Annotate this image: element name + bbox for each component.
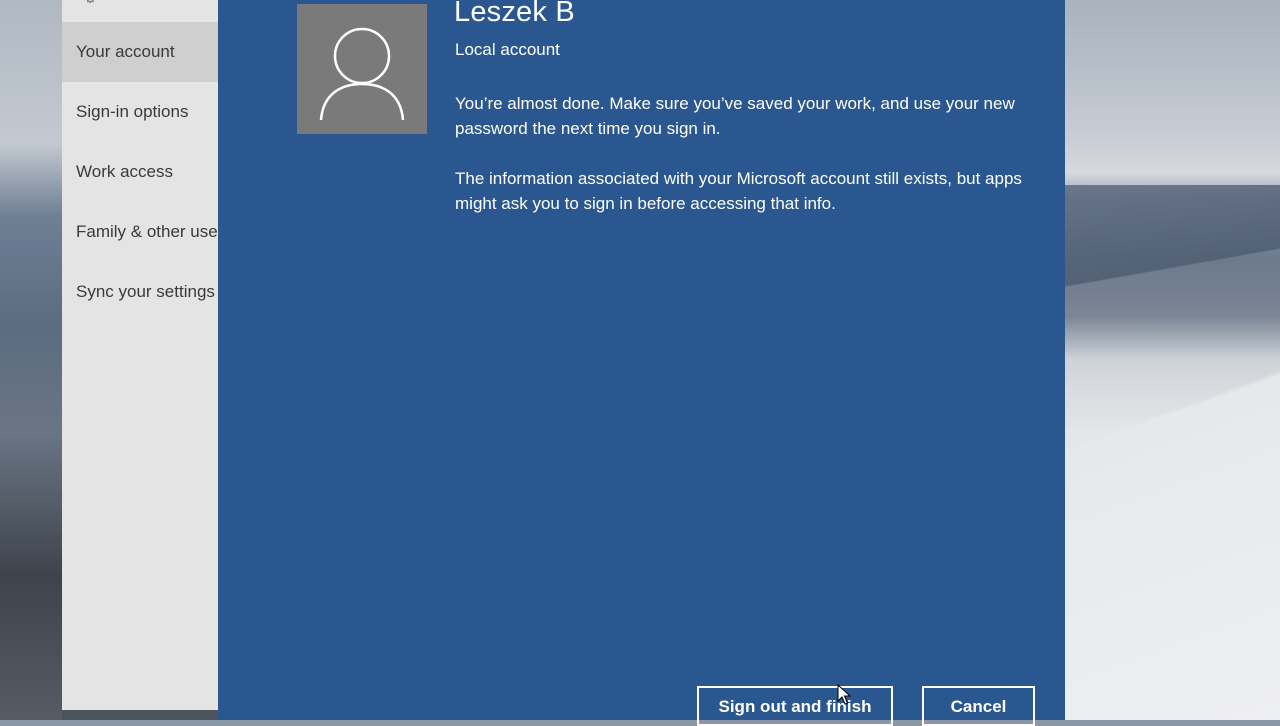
gear-icon: ⚙ bbox=[84, 0, 100, 5]
account-type-label: Local account bbox=[455, 40, 560, 59]
sign-out-and-finish-button[interactable]: Sign out and finish bbox=[697, 686, 893, 726]
nav-item-sign-in-options[interactable]: Sign-in options bbox=[62, 82, 222, 142]
wallpaper-left-edge bbox=[0, 0, 62, 720]
info-message: The information associated with your Mic… bbox=[455, 169, 1022, 213]
settings-window: ⚙ Your account Sign-in options Work acce… bbox=[62, 0, 222, 710]
nav-item-work-access[interactable]: Work access bbox=[62, 142, 222, 202]
cancel-button[interactable]: Cancel bbox=[922, 686, 1035, 726]
user-silhouette-icon bbox=[319, 27, 405, 121]
nav-item-family-other-users[interactable]: Family & other users bbox=[62, 202, 222, 262]
mouse-pointer-icon bbox=[837, 684, 851, 705]
user-name: Leszek B bbox=[454, 0, 575, 28]
user-avatar bbox=[297, 4, 427, 134]
nav-item-your-account[interactable]: Your account bbox=[62, 22, 222, 82]
nav-item-sync-settings[interactable]: Sync your settings bbox=[62, 262, 222, 322]
wallpaper-right bbox=[1065, 0, 1280, 720]
instruction-message: You’re almost done. Make sure you’ve sav… bbox=[455, 94, 1015, 138]
switch-account-dialog: Leszek B Local account You’re almost don… bbox=[218, 0, 1065, 726]
snow-slope bbox=[1065, 260, 1280, 720]
